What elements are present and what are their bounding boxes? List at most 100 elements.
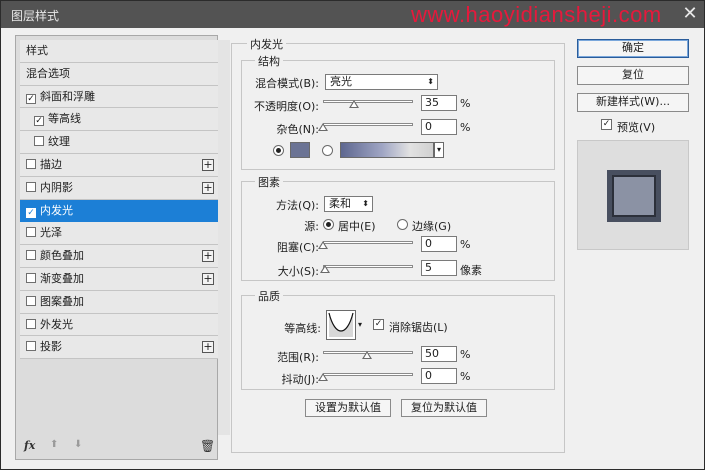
panel-title: 内发光 (247, 36, 286, 52)
style-item-label: 投影 (40, 340, 62, 354)
choke-input[interactable]: 0 (421, 236, 457, 252)
blend-mode-select[interactable]: 亮光 ⬍ (325, 74, 438, 90)
styles-panel: 样式 混合选项 ✓ 斜面和浮雕 ✓ 等高线 纹理 描边 + 内阴影 + ✓ 内发光 光泽 颜色叠加 + 渐变叠加… (15, 35, 230, 460)
style-item[interactable]: 描边 + (20, 153, 218, 177)
glow-gradient-picker[interactable] (340, 142, 434, 158)
add-style-icon[interactable]: + (202, 341, 214, 354)
method-label: 方法(Q): (276, 199, 319, 212)
contour-dropdown-icon[interactable]: ▾ (358, 320, 362, 329)
blend-mode-label: 混合模式(B): (255, 77, 319, 90)
opacity-slider[interactable] (323, 100, 413, 103)
style-item[interactable]: 颜色叠加 + (20, 245, 218, 268)
range-unit: % (460, 348, 471, 361)
noise-label: 杂色(N): (276, 123, 319, 136)
style-item[interactable]: 投影 + (20, 336, 218, 360)
preview-thumbnail (607, 170, 661, 222)
opacity-slider-thumb[interactable] (348, 100, 359, 108)
window-title: 图层样式 (11, 9, 60, 23)
source-center-label: 居中(E) (338, 220, 376, 233)
jitter-slider[interactable] (323, 373, 413, 376)
make-default-button[interactable]: 设置为默认值 (305, 399, 391, 417)
select-arrow-icon: ⬍ (427, 77, 434, 86)
title-bar: 图层样式 www.haoyidiansheji.com ✕ (1, 1, 704, 28)
style-checkbox[interactable] (26, 295, 36, 306)
style-item-label: 渐变叠加 (40, 271, 84, 285)
glow-color-swatch[interactable] (290, 142, 310, 158)
noise-input[interactable]: 0 (421, 119, 457, 135)
styles-footer: fx ⬆ ⬇ 🗑 (20, 439, 230, 455)
style-checkbox[interactable] (34, 136, 44, 147)
style-item[interactable]: ✓ 斜面和浮雕 (20, 85, 218, 109)
style-item[interactable]: 纹理 (20, 131, 218, 154)
contour-picker[interactable] (326, 310, 356, 340)
ok-button[interactable]: 确定 (577, 39, 689, 58)
watermark-text: www.haoyidiansheji.com (411, 2, 662, 27)
method-select[interactable]: 柔和 ⬍ (324, 196, 373, 212)
style-checkbox[interactable]: ✓ (26, 207, 36, 218)
style-item[interactable]: 混合选项 (20, 62, 218, 86)
style-checkbox[interactable] (26, 341, 36, 352)
range-input[interactable]: 50 (421, 346, 457, 362)
structure-title: 结构 (255, 53, 283, 69)
jitter-input[interactable]: 0 (421, 368, 457, 384)
style-item[interactable]: ✓ 内发光 (20, 199, 218, 223)
source-center-radio[interactable] (323, 219, 334, 230)
style-checkbox[interactable] (26, 227, 36, 238)
noise-slider-thumb[interactable] (318, 123, 328, 131)
new-style-button[interactable]: 新建样式(W)... (577, 93, 689, 112)
style-checkbox[interactable]: ✓ (34, 116, 44, 127)
size-label: 大小(S): (277, 265, 319, 278)
jitter-unit: % (460, 370, 471, 383)
style-item[interactable]: 光泽 (20, 222, 218, 246)
elements-title: 图素 (255, 174, 283, 190)
size-slider[interactable] (323, 265, 413, 268)
add-style-icon[interactable]: + (202, 250, 214, 263)
close-icon[interactable]: ✕ (681, 4, 699, 24)
source-edge-radio[interactable] (397, 219, 408, 230)
move-down-icon[interactable]: ⬇ (74, 439, 82, 450)
preview-inner-glow (612, 175, 656, 217)
preview-checkbox[interactable]: ✓ (601, 119, 612, 130)
style-checkbox[interactable] (26, 181, 36, 192)
gradient-dropdown-icon[interactable]: ▾ (434, 142, 444, 158)
styles-scrollbar[interactable] (218, 40, 230, 435)
source-edge-label: 边缘(G) (412, 220, 452, 233)
style-item[interactable]: 内阴影 + (20, 176, 218, 200)
style-item[interactable]: 样式 (20, 40, 218, 63)
size-input[interactable]: 5 (421, 260, 457, 276)
style-item[interactable]: 图案叠加 (20, 290, 218, 314)
trash-icon[interactable]: 🗑 (200, 439, 215, 453)
reset-default-button[interactable]: 复位为默认值 (401, 399, 487, 417)
choke-slider[interactable] (323, 241, 413, 244)
style-checkbox[interactable] (26, 158, 36, 169)
choke-slider-thumb[interactable] (318, 241, 328, 249)
contour-label: 等高线: (284, 322, 321, 335)
quality-title: 品质 (255, 288, 283, 304)
jitter-slider-thumb[interactable] (318, 373, 328, 381)
add-style-icon[interactable]: + (202, 158, 214, 171)
style-item[interactable]: 渐变叠加 + (20, 267, 218, 291)
gradient-radio[interactable] (322, 145, 333, 156)
style-item-label: 斜面和浮雕 (40, 89, 95, 103)
style-item-label: 颜色叠加 (40, 249, 84, 263)
style-item[interactable]: 外发光 (20, 313, 218, 337)
fx-icon[interactable]: fx (24, 439, 35, 452)
style-item[interactable]: ✓ 等高线 (20, 108, 218, 132)
style-checkbox[interactable] (26, 318, 36, 329)
range-slider-thumb[interactable] (362, 351, 372, 359)
size-slider-thumb[interactable] (319, 265, 330, 273)
color-radio[interactable] (273, 145, 284, 156)
add-style-icon[interactable]: + (202, 272, 214, 285)
style-checkbox[interactable] (26, 272, 36, 283)
style-checkbox[interactable]: ✓ (26, 93, 36, 104)
choke-label: 阻塞(C): (277, 241, 319, 254)
noise-unit: % (460, 121, 471, 134)
noise-slider[interactable] (323, 123, 413, 126)
style-item-label: 外发光 (40, 317, 73, 331)
reset-button[interactable]: 复位 (577, 66, 689, 85)
anti-alias-checkbox[interactable]: ✓ (373, 319, 384, 330)
move-up-icon[interactable]: ⬆ (50, 439, 58, 450)
opacity-input[interactable]: 35 (421, 95, 457, 111)
add-style-icon[interactable]: + (202, 181, 214, 194)
style-checkbox[interactable] (26, 250, 36, 261)
